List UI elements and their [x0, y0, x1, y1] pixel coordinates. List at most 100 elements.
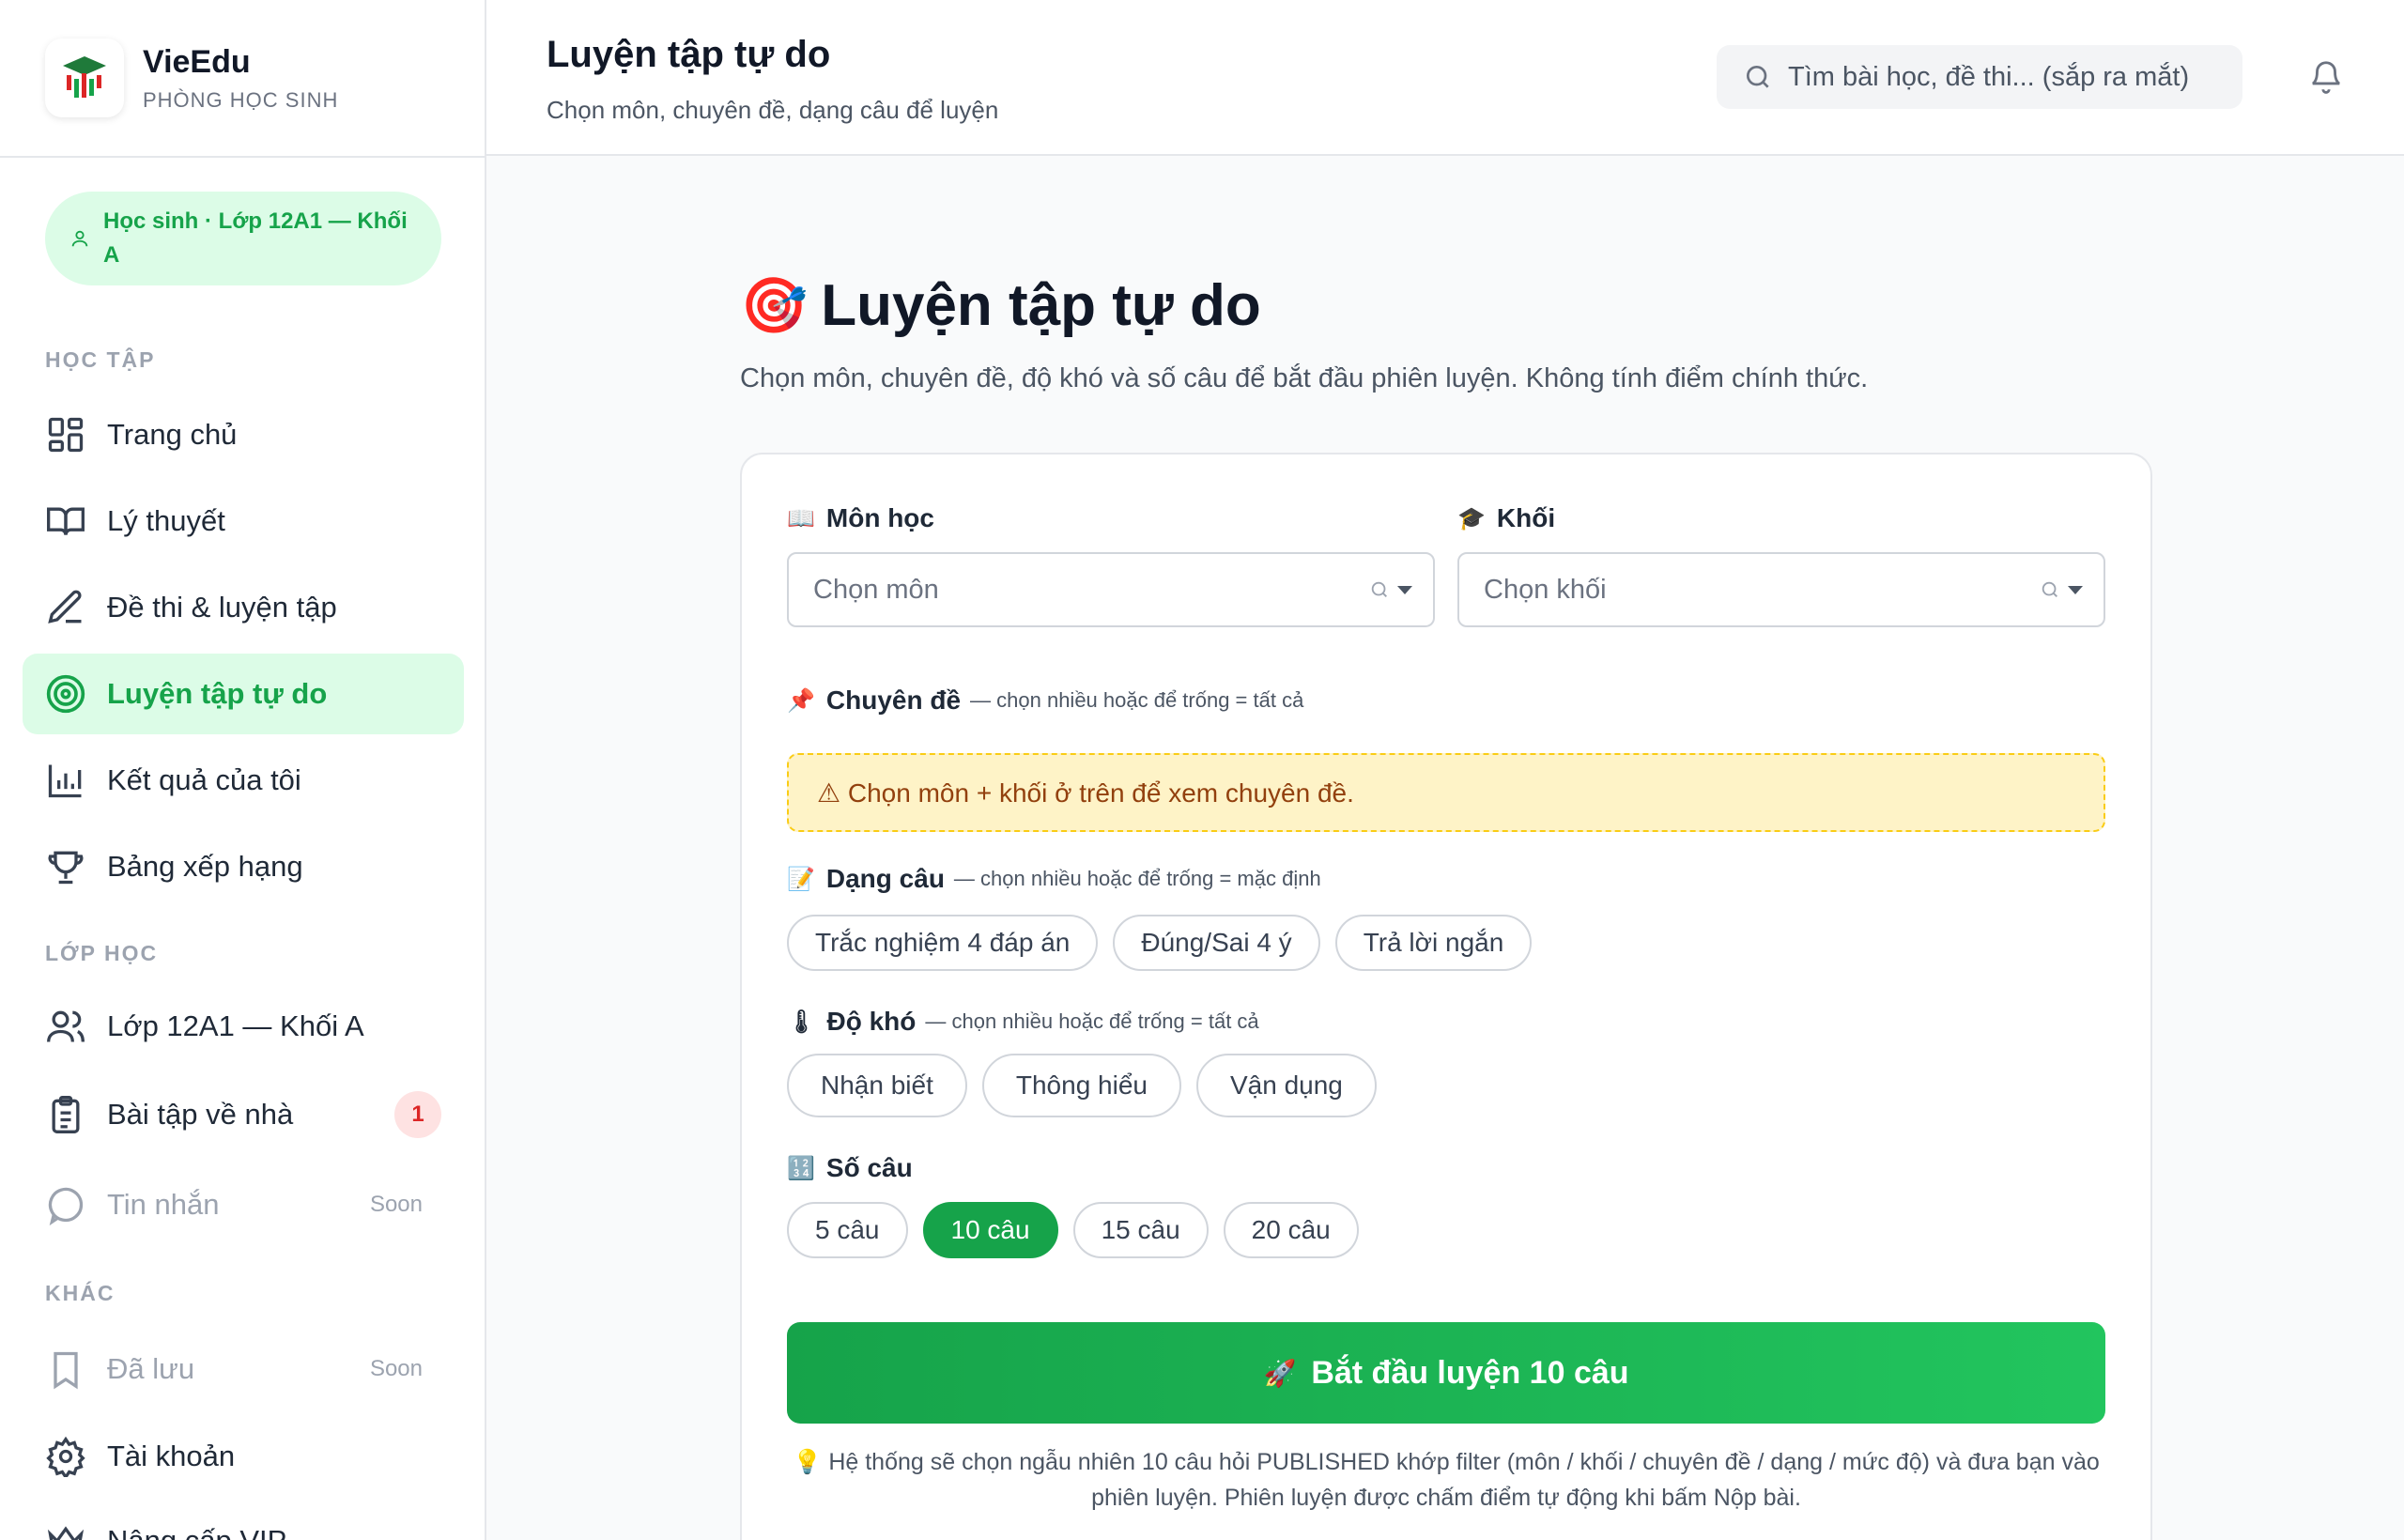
sidebar-item-label: Tài khoản	[107, 1440, 236, 1472]
app-root: VieEdu PHÒNG HỌC SINH Học sinh · Lớp 12A…	[0, 0, 2404, 1540]
sidebar-item-nang-cap-vip[interactable]: Nâng cấp VIP	[23, 1501, 464, 1540]
chip-van-dung[interactable]: Vận dụng	[1195, 1054, 1377, 1117]
info-note: 💡 Hệ thống sẽ chọn ngẫu nhiên 10 câu hỏi…	[787, 1444, 2105, 1516]
target-icon	[45, 673, 86, 715]
grid-icon	[45, 414, 86, 455]
topic-hint: — chọn nhiều hoặc để trống = tất cả	[970, 688, 1304, 712]
notification-bell-icon[interactable]	[2308, 56, 2344, 100]
question-type-label: 📝 Dạng câu — chọn nhiều hoặc để trống = …	[787, 864, 1321, 894]
brand-header: VieEdu PHÒNG HỌC SINH	[0, 0, 485, 158]
question-type-hint: — chọn nhiều hoặc để trống = mặc định	[953, 867, 1321, 890]
section-title-hoc-tap: HỌC TẬP	[45, 347, 156, 372]
question-type-options: Trắc nghiệm 4 đáp án Đúng/Sai 4 ý Trả lờ…	[787, 915, 1533, 971]
brand-logo[interactable]	[45, 38, 124, 117]
select-controls	[1369, 579, 1414, 600]
graduation-cap-logo-icon	[63, 56, 106, 98]
sidebar-item-luyen-tap-tu-do[interactable]: Luyện tập tự do	[23, 654, 464, 734]
start-button-label: Bắt đầu luyện 10 câu	[1311, 1354, 1629, 1391]
chip-count-10[interactable]: 10 câu	[922, 1202, 1058, 1258]
bar-chart-icon	[45, 760, 86, 801]
thermometer-emoji-icon: 🌡	[787, 1009, 816, 1035]
start-practice-button[interactable]: 🚀 Bắt đầu luyện 10 câu	[787, 1322, 2105, 1424]
difficulty-hint: — chọn nhiều hoặc để trống = tất cả	[925, 1009, 1259, 1033]
notification-badge: 1	[394, 1091, 441, 1138]
topic-warning: ⚠ Chọn môn + khối ở trên để xem chuyên đ…	[787, 753, 2105, 832]
topbar-title: Luyện tập tự do	[547, 34, 831, 75]
sidebar-item-trang-chu[interactable]: Trang chủ	[23, 394, 464, 475]
info-note-text: Hệ thống sẽ chọn ngẫu nhiên 10 câu hỏi P…	[828, 1449, 2100, 1511]
topbar-subtitle: Chọn môn, chuyên đề, dạng câu để luyện	[547, 96, 999, 124]
sidebar-item-lop-12a1[interactable]: Lớp 12A1 — Khối A	[23, 986, 464, 1067]
soon-tag: Soon	[369, 1356, 423, 1381]
bookmark-icon	[45, 1348, 86, 1390]
crown-icon	[45, 1520, 86, 1540]
pin-emoji-icon: 📌	[787, 687, 815, 714]
page-title: Luyện tập tự do	[821, 273, 1261, 338]
topic-label-text: Chuyên đề	[825, 685, 962, 715]
rocket-emoji-icon: 🚀	[1263, 1358, 1297, 1388]
role-label: Học sinh · Lớp 12A1 — Khối A	[103, 208, 408, 268]
sidebar-item-tin-nhan[interactable]: Tin nhắn Soon	[23, 1164, 464, 1245]
sidebar-item-tai-khoan[interactable]: Tài khoản	[23, 1416, 464, 1497]
gear-icon	[45, 1436, 86, 1477]
page-description: Chọn môn, chuyên đề, độ khó và số câu để…	[740, 363, 1869, 393]
sidebar-item-label: Đề thi & luyện tập	[107, 591, 337, 624]
trophy-icon	[45, 846, 86, 887]
sidebar-item-label: Đã lưu	[107, 1352, 195, 1385]
subject-select[interactable]: Chọn môn	[787, 552, 1435, 627]
sidebar-item-label: Bài tập về nhà	[107, 1098, 294, 1131]
page-header: 🎯 Luyện tập tự do Chọn môn, chuyên đề, đ…	[740, 272, 1868, 394]
sidebar-item-ly-thuyet[interactable]: Lý thuyết	[23, 481, 464, 562]
topic-label: 📌 Chuyên đề — chọn nhiều hoặc để trống =…	[787, 685, 1303, 716]
count-label-text: Số câu	[825, 1153, 913, 1182]
chip-count-5[interactable]: 5 câu	[787, 1202, 908, 1258]
sidebar-item-bai-tap-ve-nha[interactable]: Bài tập về nhà 1	[23, 1074, 464, 1155]
sidebar-item-label: Lý thuyết	[107, 504, 225, 537]
difficulty-label-text: Độ khó	[826, 1007, 917, 1036]
chevron-down-icon	[1397, 586, 1412, 594]
difficulty-label: 🌡 Độ khó — chọn nhiều hoặc để trống = tấ…	[787, 1007, 1259, 1037]
sidebar-item-label: Trang chủ	[107, 418, 238, 451]
user-icon	[69, 228, 90, 249]
pencil-icon	[45, 587, 86, 628]
search-placeholder: Tìm bài học, đề thi... (sắp ra mắt)	[1788, 61, 2190, 92]
chip-count-15[interactable]: 15 câu	[1072, 1202, 1209, 1258]
soon-tag: Soon	[369, 1192, 423, 1217]
chip-short-answer[interactable]: Trả lời ngắn	[1334, 915, 1533, 971]
main-content: Luyện tập tự do Chọn môn, chuyên đề, dạn…	[486, 0, 2404, 1540]
sidebar-item-da-luu[interactable]: Đã lưu Soon	[23, 1329, 464, 1409]
graduation-cap-emoji-icon: 🎓	[1457, 505, 1486, 531]
grade-placeholder: Chọn khối	[1484, 574, 1607, 605]
chevron-down-icon	[2068, 586, 2083, 594]
sidebar-item-bang-xep-hang[interactable]: Bảng xếp hạng	[23, 826, 464, 907]
book-emoji-icon: 📖	[787, 505, 815, 531]
practice-form-card: 📖 Môn học Chọn môn 🎓 Khối Chọn khối 📌 Ch…	[740, 453, 2152, 1540]
chip-nhan-biet[interactable]: Nhận biết	[787, 1054, 967, 1117]
subject-label: 📖 Môn học	[787, 503, 934, 533]
sidebar-item-label: Lớp 12A1 — Khối A	[107, 1009, 364, 1042]
sidebar-item-label: Kết quả của tôi	[107, 763, 301, 796]
search-input[interactable]: Tìm bài học, đề thi... (sắp ra mắt)	[1717, 45, 2242, 109]
grade-select[interactable]: Chọn khối	[1457, 552, 2105, 627]
difficulty-options: Nhận biết Thông hiểu Vận dụng	[787, 1054, 1377, 1117]
section-title-lop-hoc: LỚP HỌC	[45, 941, 159, 965]
sidebar-item-ket-qua[interactable]: Kết quả của tôi	[23, 740, 464, 821]
chip-thong-hieu[interactable]: Thông hiểu	[981, 1054, 1181, 1117]
grade-label-text: Khối	[1496, 503, 1556, 532]
grade-label: 🎓 Khối	[1457, 503, 1555, 533]
users-icon	[45, 1006, 86, 1047]
brand-subtitle: PHÒNG HỌC SINH	[143, 87, 339, 112]
sidebar-item-label: Luyện tập tự do	[107, 677, 328, 710]
role-badge: Học sinh · Lớp 12A1 — Khối A	[45, 192, 441, 285]
chat-icon	[45, 1184, 86, 1225]
sidebar-item-de-thi[interactable]: Đề thi & luyện tập	[23, 567, 464, 648]
chip-true-false[interactable]: Đúng/Sai 4 ý	[1113, 915, 1320, 971]
chip-count-20[interactable]: 20 câu	[1223, 1202, 1359, 1258]
chip-multiple-choice[interactable]: Trắc nghiệm 4 đáp án	[787, 915, 1099, 971]
topbar: Luyện tập tự do Chọn môn, chuyên đề, dạn…	[486, 0, 2404, 156]
sidebar-item-label: Nâng cấp VIP	[107, 1524, 286, 1540]
subject-placeholder: Chọn môn	[813, 574, 939, 605]
search-icon	[1743, 62, 1773, 92]
brand-name: VieEdu	[143, 43, 251, 80]
sidebar: VieEdu PHÒNG HỌC SINH Học sinh · Lớp 12A…	[0, 0, 486, 1540]
